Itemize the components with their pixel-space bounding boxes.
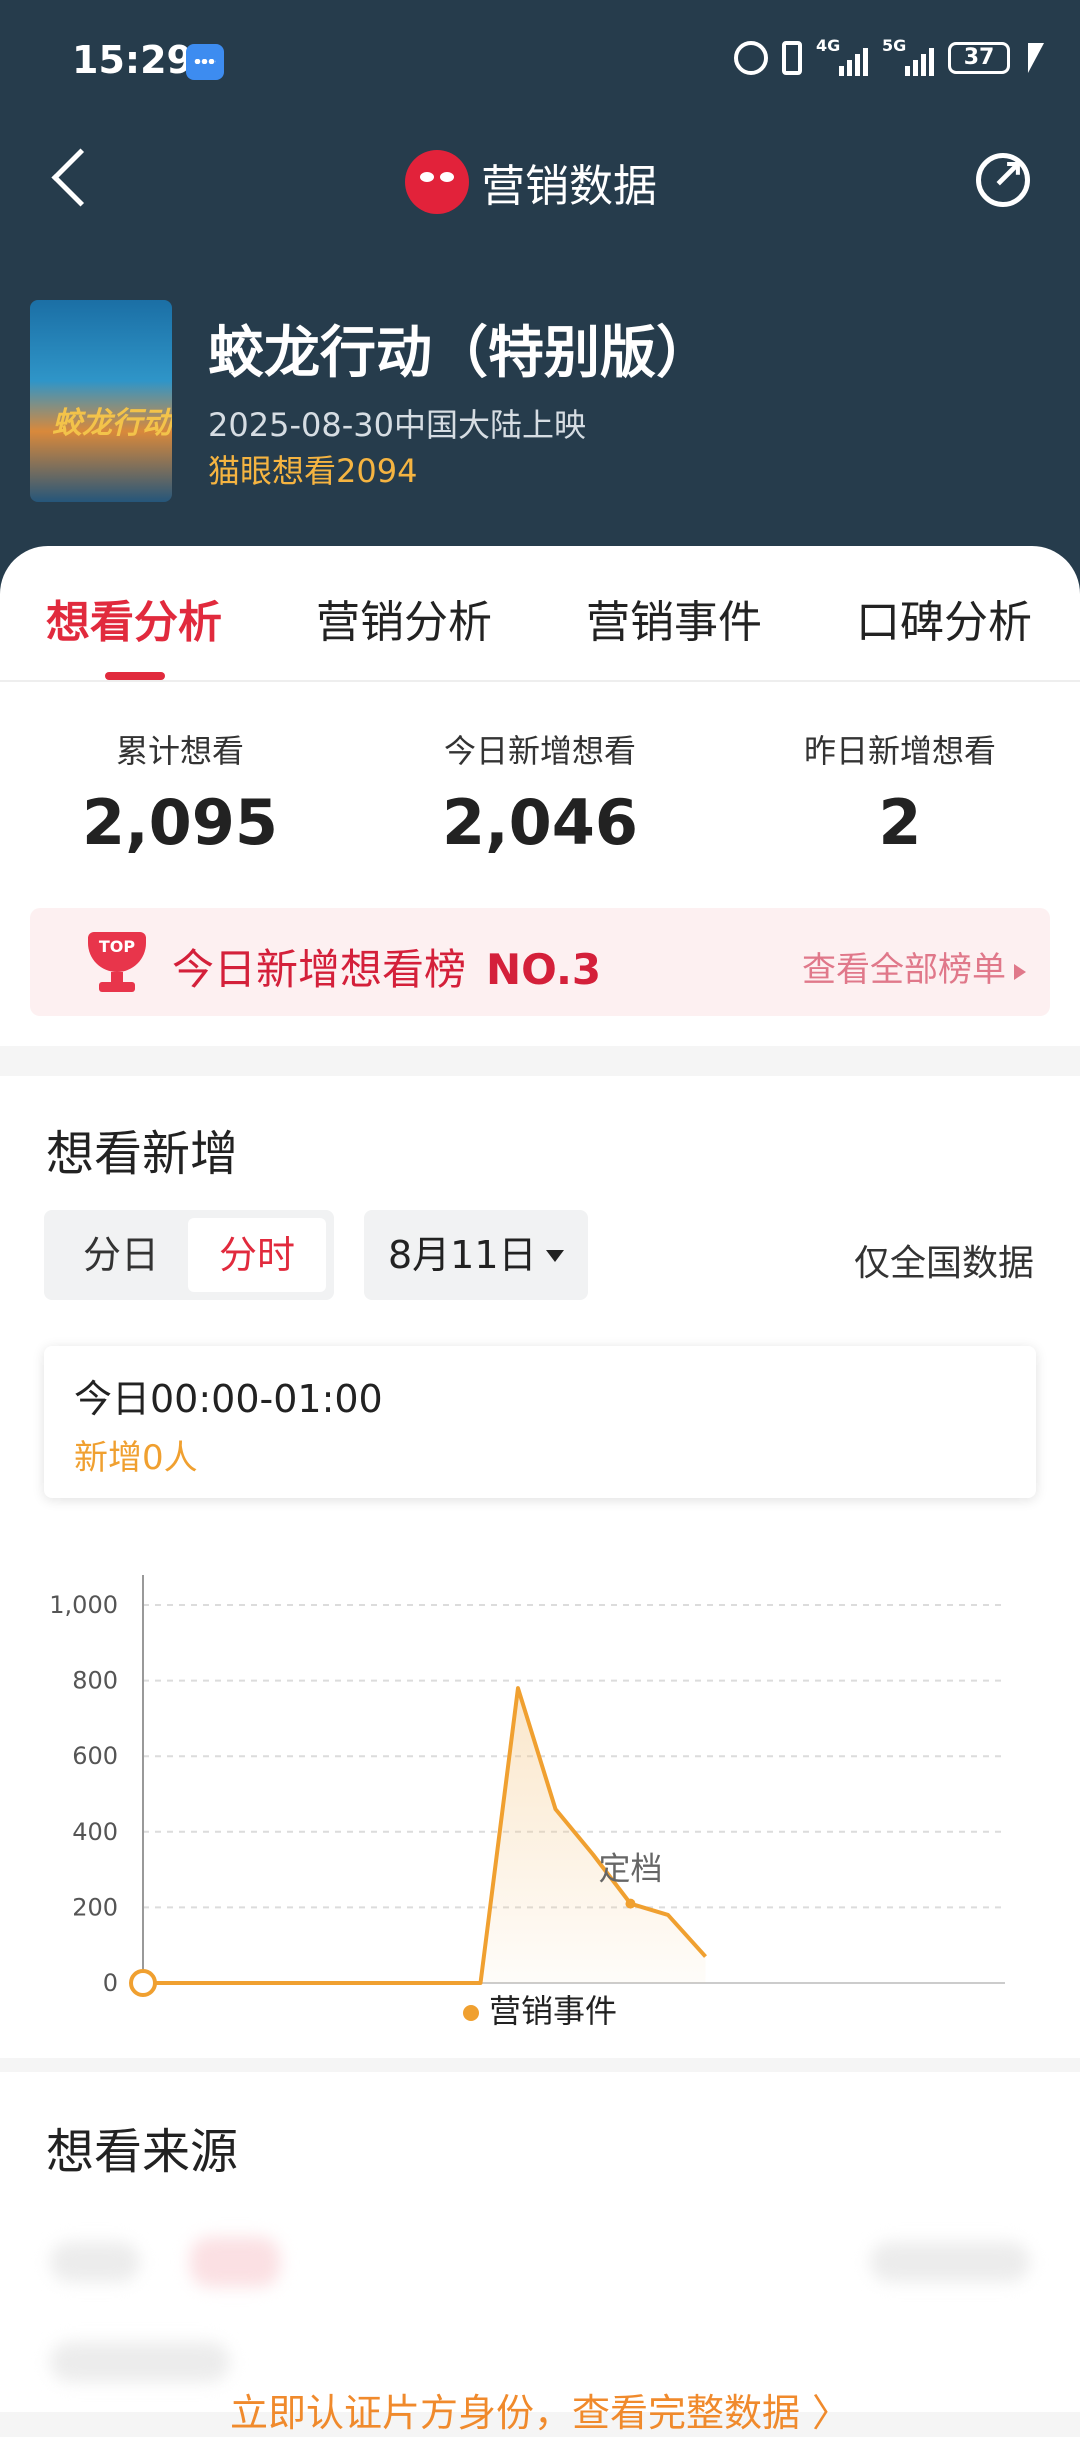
tab-word-of-mouth[interactable]: 口碑分析 bbox=[856, 586, 1032, 650]
annotation-label: 定档 bbox=[598, 1850, 662, 1888]
y-tick-label: 600 bbox=[72, 1742, 118, 1770]
y-tick-label: 400 bbox=[72, 1818, 118, 1846]
seg-day[interactable]: 分日 bbox=[52, 1218, 190, 1292]
network-label-1: 4G bbox=[816, 36, 840, 55]
back-arrow-icon[interactable] bbox=[52, 149, 110, 207]
tab-indicator bbox=[105, 672, 165, 680]
battery-icon: 37 bbox=[948, 42, 1010, 74]
stat-yesterday: 昨日新增想看 2 bbox=[720, 726, 1080, 859]
tab-bar: 想看分析 营销分析 营销事件 口碑分析 bbox=[0, 586, 1080, 646]
stat-today: 今日新增想看 2,046 bbox=[360, 726, 720, 859]
annotation-point bbox=[626, 1899, 636, 1909]
alarm-icon bbox=[734, 41, 768, 75]
y-tick-label: 1,000 bbox=[49, 1591, 118, 1619]
section-title: 想看新增 bbox=[46, 1114, 238, 1184]
view-all-rank-link[interactable]: 查看全部榜单 bbox=[802, 942, 1026, 991]
signal-icon-2: 5G bbox=[882, 40, 934, 76]
stat-label: 今日新增想看 bbox=[360, 726, 720, 772]
chart-tooltip: 今日00:00-01:00 新增0人 bbox=[44, 1346, 1036, 1498]
trophy-icon: TOP bbox=[82, 932, 152, 992]
rank-label: 今日新增想看榜 bbox=[172, 945, 466, 994]
blurred-content bbox=[190, 2237, 280, 2287]
analysis-card: 想看分析 营销分析 营销事件 口碑分析 累计想看 2,095 今日新增想看 2,… bbox=[0, 546, 1080, 1046]
status-time: 15:29 bbox=[72, 38, 193, 82]
legend-dot-icon bbox=[463, 2005, 479, 2021]
want-line-chart[interactable]: 02004006008001,00002:0005:0008:0011:0014… bbox=[0, 1498, 1080, 1998]
network-label-2: 5G bbox=[882, 36, 906, 55]
tooltip-time: 今日00:00-01:00 bbox=[74, 1368, 383, 1423]
rank-banner[interactable]: TOP 今日新增想看榜 NO.3 查看全部榜单 bbox=[30, 908, 1050, 1016]
movie-title: 蛟龙行动（特别版） bbox=[208, 308, 712, 389]
blurred-content bbox=[870, 2242, 1030, 2282]
y-tick-label: 800 bbox=[72, 1667, 118, 1695]
national-data-only[interactable]: 仅全国数据 bbox=[854, 1234, 1034, 1286]
tab-want-analysis[interactable]: 想看分析 bbox=[46, 586, 222, 650]
date-picker[interactable]: 8月11日 bbox=[364, 1210, 588, 1300]
stat-total: 累计想看 2,095 bbox=[0, 726, 360, 859]
legend-label: 营销事件 bbox=[489, 1992, 617, 2030]
maoyan-cat-logo-icon bbox=[405, 150, 469, 214]
page-title: 营销数据 bbox=[481, 150, 657, 214]
share-icon[interactable] bbox=[976, 153, 1030, 207]
chart-legend[interactable]: 营销事件 bbox=[0, 1986, 1080, 2032]
poster-text: 蛟龙行动 bbox=[52, 398, 172, 442]
movie-poster[interactable]: 蛟龙行动 bbox=[30, 300, 172, 502]
movie-want-count: 猫眼想看2094 bbox=[208, 446, 417, 492]
y-tick-label: 200 bbox=[72, 1893, 118, 1921]
rank-value: NO.3 bbox=[486, 945, 601, 994]
section-title: 想看来源 bbox=[46, 2112, 238, 2182]
granularity-toggle: 分日 分时 bbox=[44, 1210, 334, 1300]
brand-title: 营销数据 bbox=[405, 150, 657, 214]
series-area bbox=[143, 1688, 706, 1983]
seg-hour[interactable]: 分时 bbox=[188, 1218, 326, 1292]
blurred-content bbox=[50, 2242, 140, 2282]
stat-value: 2,095 bbox=[0, 786, 360, 859]
stat-label: 累计想看 bbox=[0, 726, 360, 772]
blurred-content bbox=[50, 2342, 230, 2382]
tab-marketing-analysis[interactable]: 营销分析 bbox=[316, 586, 492, 650]
movie-release: 2025-08-30中国大陆上映 bbox=[208, 400, 586, 446]
trophy-badge: TOP bbox=[88, 932, 146, 972]
message-icon bbox=[186, 44, 224, 80]
want-increase-section: 想看新增 分日 分时 8月11日 仅全国数据 今日00:00-01:00 新增0… bbox=[0, 1076, 1080, 2058]
unlock-full-data-link[interactable]: 立即认证片方身份，查看完整数据 〉 bbox=[0, 2382, 1080, 2437]
signal-icon-1: 4G bbox=[816, 40, 868, 76]
rank-text: 今日新增想看榜 NO.3 bbox=[172, 936, 601, 997]
want-source-section: 想看来源 立即认证片方身份，查看完整数据 〉 bbox=[0, 2072, 1080, 2412]
status-bar: 15:29 4G 5G 37 bbox=[0, 38, 1080, 88]
stat-value: 2,046 bbox=[360, 786, 720, 859]
tab-marketing-events[interactable]: 营销事件 bbox=[586, 586, 762, 650]
charging-icon bbox=[1020, 43, 1044, 73]
divider bbox=[0, 680, 1080, 682]
tooltip-value: 新增0人 bbox=[74, 1430, 198, 1479]
movie-info: 蛟龙行动 蛟龙行动（特别版） 2025-08-30中国大陆上映 猫眼想看2094 bbox=[30, 300, 1030, 510]
navbar: 营销数据 bbox=[0, 145, 1080, 225]
stat-value: 2 bbox=[720, 786, 1080, 859]
stat-label: 昨日新增想看 bbox=[720, 726, 1080, 772]
vibrate-icon bbox=[782, 41, 802, 75]
